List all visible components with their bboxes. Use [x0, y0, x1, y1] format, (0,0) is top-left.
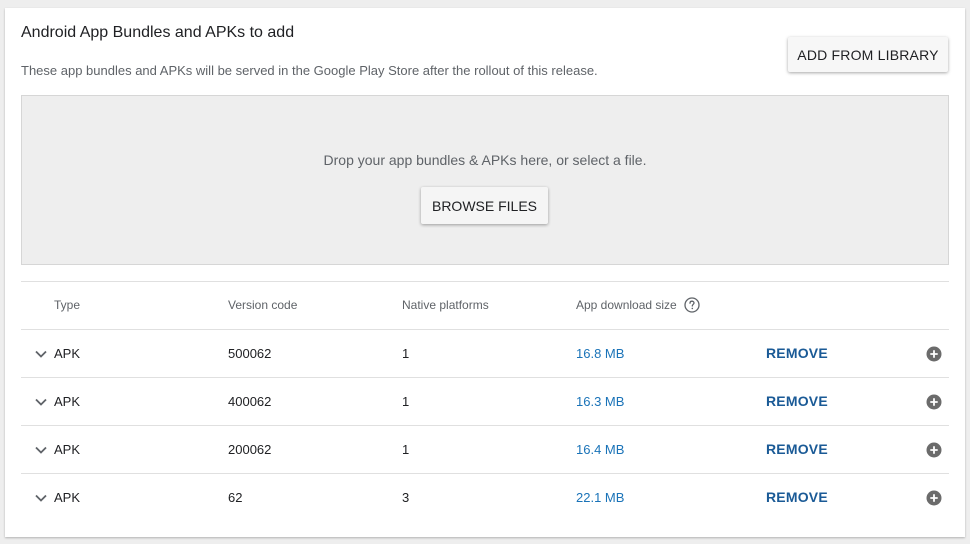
row-app-download-size[interactable]: 16.3 MB	[576, 378, 624, 425]
row-version-code: 200062	[228, 442, 272, 457]
header-version-code: Version code	[228, 298, 298, 312]
app-bundles-card: Android App Bundles and APKs to add Thes…	[5, 8, 965, 537]
row-app-download-size[interactable]: 16.4 MB	[576, 426, 624, 473]
remove-button[interactable]: REMOVE	[766, 474, 828, 521]
remove-button[interactable]: REMOVE	[766, 330, 828, 377]
chevron-down-icon[interactable]	[34, 395, 48, 409]
section-title: Android App Bundles and APKs to add	[21, 24, 295, 41]
row-native-platforms: 3	[402, 490, 410, 505]
row-app-download-size[interactable]: 22.1 MB	[576, 474, 624, 521]
section-subtitle: These app bundles and APKs will be serve…	[21, 63, 598, 78]
chevron-down-icon[interactable]	[34, 443, 48, 457]
header-type: Type	[54, 298, 81, 312]
row-native-platforms: 1	[402, 442, 410, 457]
plus-circle-icon[interactable]	[926, 346, 942, 362]
row-native-platforms: 1	[402, 346, 410, 361]
apk-table: Type Version code Native platforms App d…	[21, 281, 949, 521]
row-type: APK	[54, 346, 81, 361]
header-native-platforms: Native platforms	[402, 298, 489, 312]
table-row: APK 62 3 22.1 MB REMOVE	[21, 473, 949, 521]
row-type: APK	[54, 442, 81, 457]
table-header-row: Type Version code Native platforms App d…	[21, 281, 949, 329]
chevron-down-icon[interactable]	[34, 491, 48, 505]
table-row: APK 500062 1 16.8 MB REMOVE	[21, 329, 949, 377]
header-app-download-size: App download size	[576, 282, 700, 329]
plus-circle-icon[interactable]	[926, 442, 942, 458]
plus-circle-icon[interactable]	[926, 490, 942, 506]
browse-files-button[interactable]: BROWSE FILES	[421, 187, 548, 224]
table-row: APK 200062 1 16.4 MB REMOVE	[21, 425, 949, 473]
help-circle-icon[interactable]	[684, 297, 700, 313]
row-native-platforms: 1	[402, 394, 410, 409]
row-type: APK	[54, 490, 81, 505]
row-version-code: 500062	[228, 346, 272, 361]
row-type: APK	[54, 394, 81, 409]
remove-button[interactable]: REMOVE	[766, 426, 828, 473]
plus-circle-icon[interactable]	[926, 394, 942, 410]
header-app-download-size-label: App download size	[576, 298, 677, 312]
row-app-download-size[interactable]: 16.8 MB	[576, 330, 624, 377]
dropzone-text: Drop your app bundles & APKs here, or se…	[323, 152, 647, 168]
file-dropzone[interactable]: Drop your app bundles & APKs here, or se…	[21, 95, 949, 265]
row-version-code: 62	[228, 490, 243, 505]
add-from-library-button[interactable]: ADD FROM LIBRARY	[788, 37, 948, 72]
table-row: APK 400062 1 16.3 MB REMOVE	[21, 377, 949, 425]
row-version-code: 400062	[228, 394, 272, 409]
remove-button[interactable]: REMOVE	[766, 378, 828, 425]
chevron-down-icon[interactable]	[34, 347, 48, 361]
